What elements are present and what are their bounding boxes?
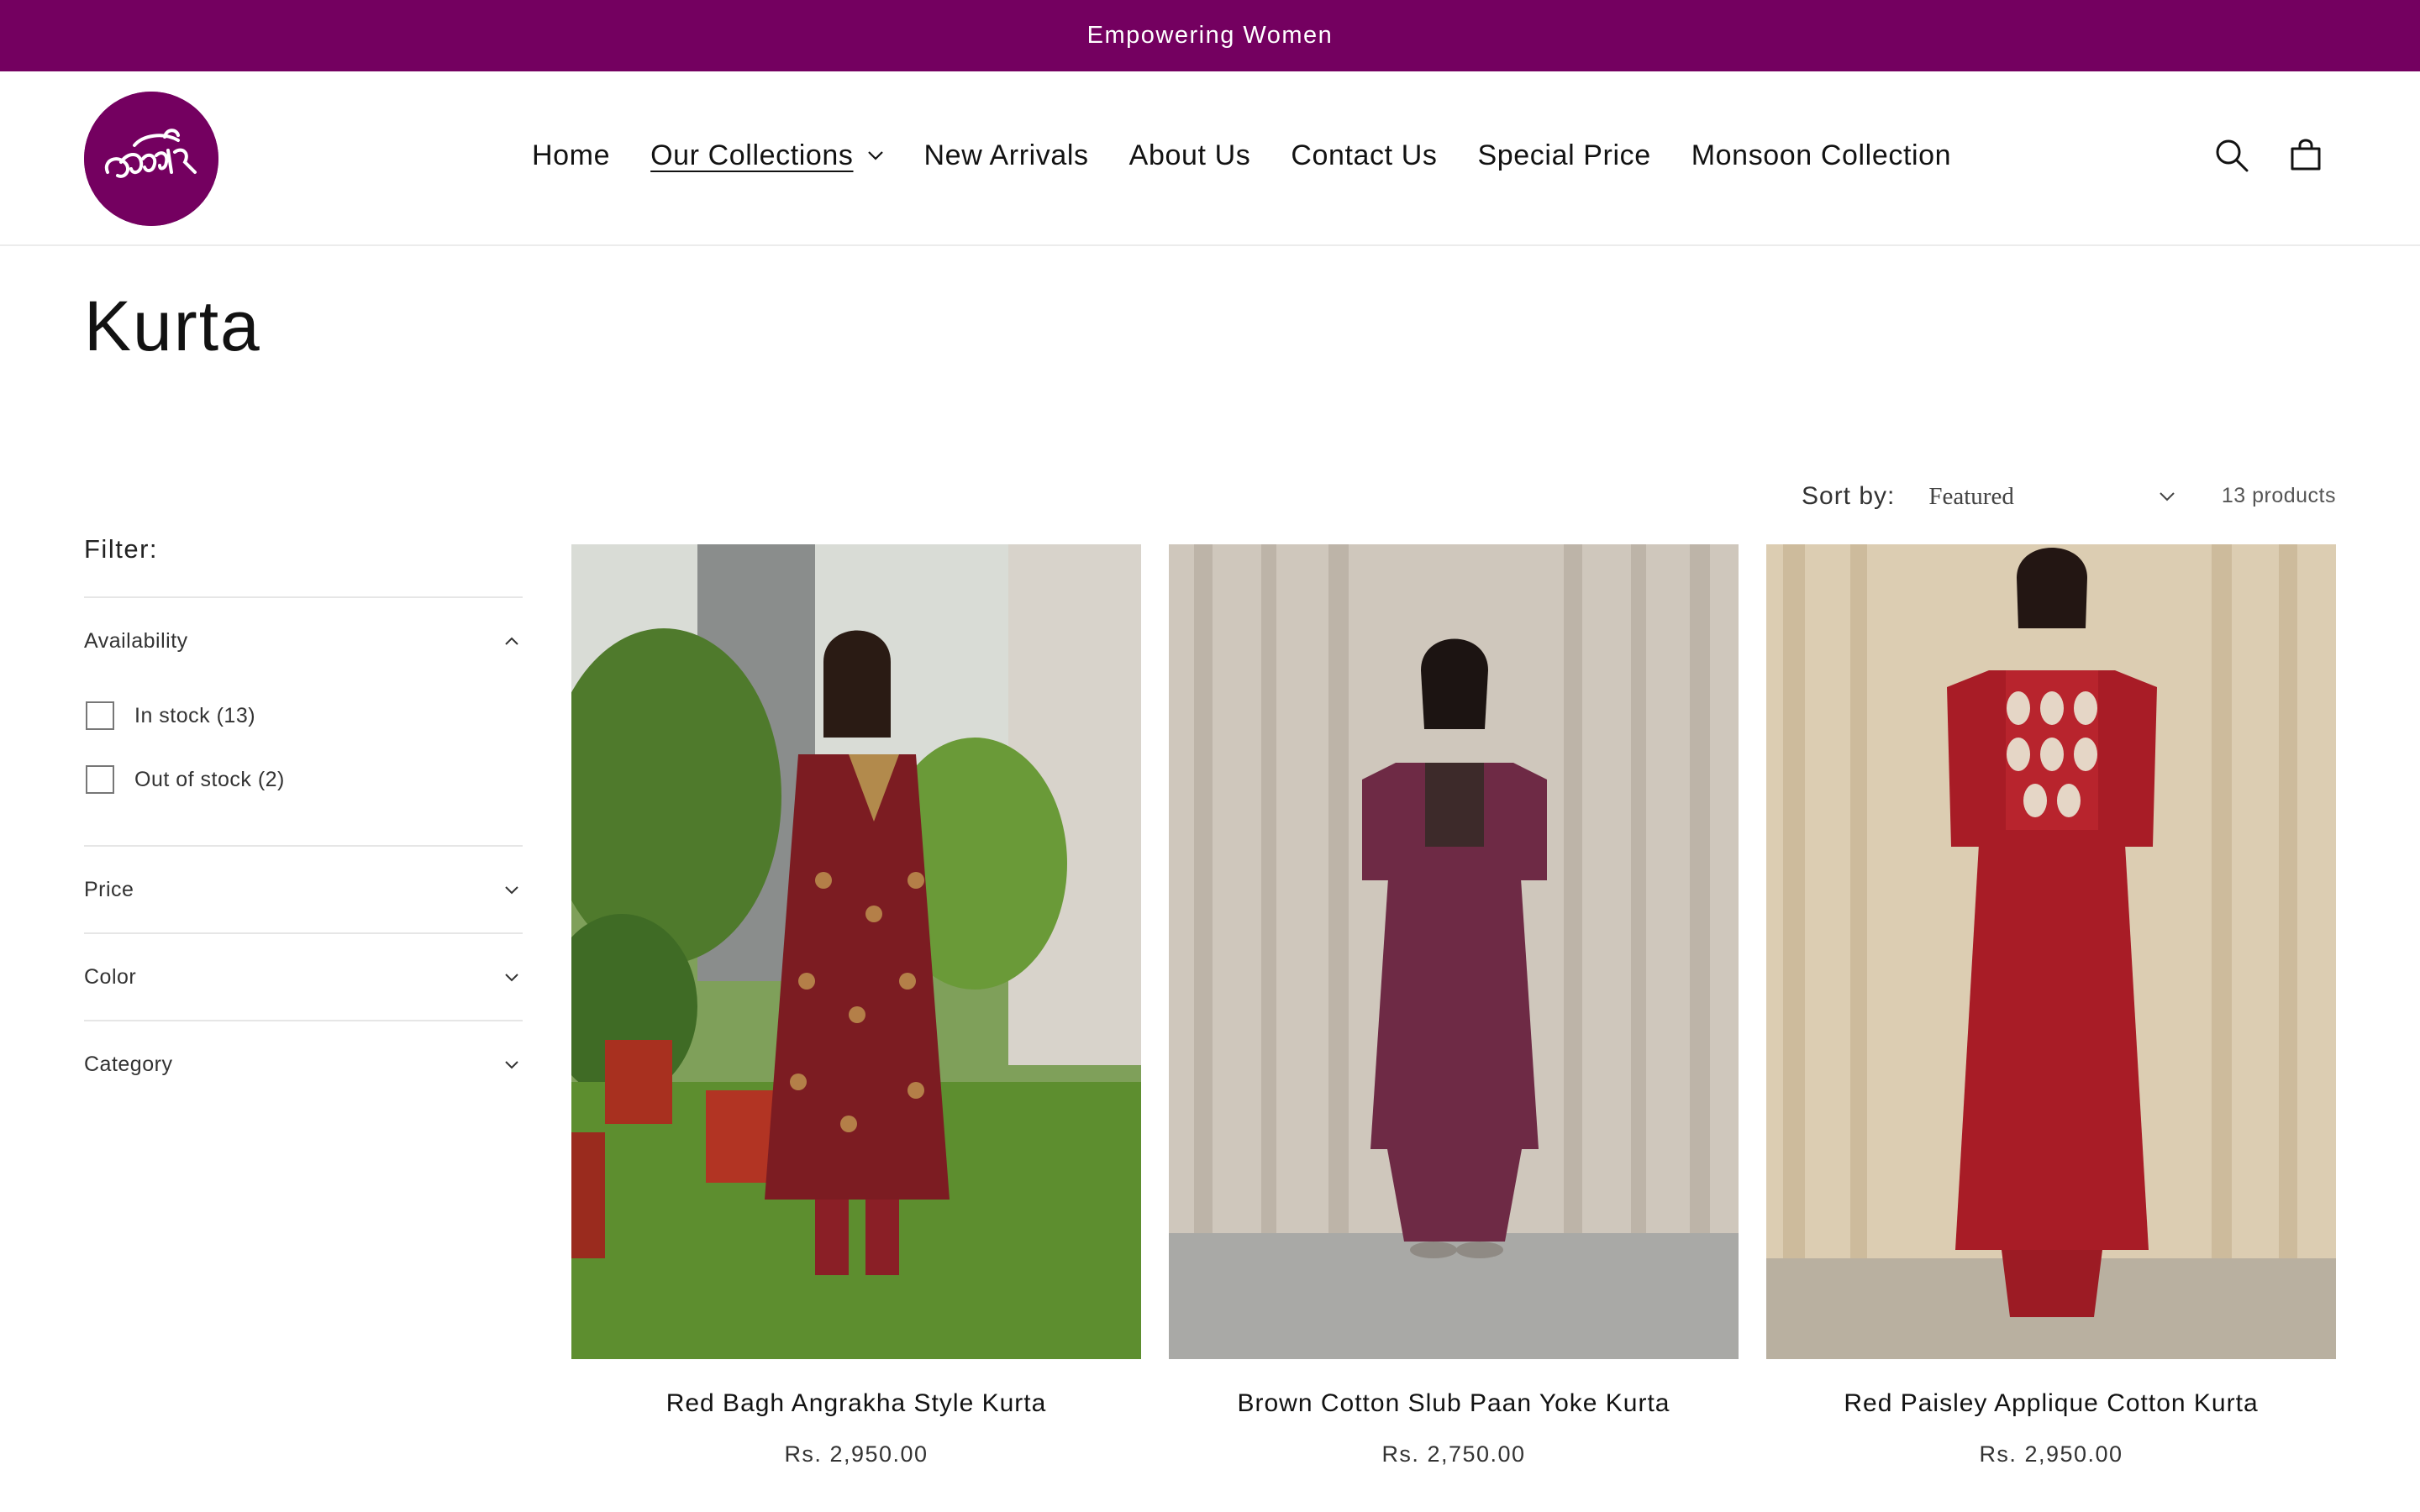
filter-in-stock[interactable]: In stock (13) bbox=[84, 684, 523, 748]
nav-our-collections-label: Our Collections bbox=[650, 139, 854, 171]
filter-sidebar: Filter: Availability In stock (13) Out o… bbox=[84, 534, 523, 1107]
nav-about-us-label: About Us bbox=[1128, 139, 1251, 171]
nav-special-price-label: Special Price bbox=[1477, 139, 1651, 171]
facet-price: Price bbox=[84, 845, 523, 932]
announcement-bar: Empowering Women bbox=[0, 0, 2420, 71]
facet-category: Category bbox=[84, 1020, 523, 1107]
facet-price-label: Price bbox=[84, 877, 134, 901]
product-photo bbox=[1766, 544, 2336, 1359]
out-of-stock-checkbox[interactable] bbox=[86, 765, 114, 794]
sort-selected-value: Featured bbox=[1928, 482, 2014, 510]
nav-home[interactable]: Home bbox=[532, 139, 610, 172]
logo-wordmark-icon bbox=[84, 92, 218, 226]
facet-availability-label: Availability bbox=[84, 628, 188, 653]
facet-color-toggle[interactable]: Color bbox=[84, 934, 523, 1020]
filter-out-of-stock[interactable]: Out of stock (2) bbox=[84, 748, 523, 811]
chevron-down-icon bbox=[505, 1060, 518, 1068]
product-image[interactable] bbox=[1169, 544, 1739, 1359]
product-price: Rs. 2,950.00 bbox=[784, 1441, 929, 1467]
product-count: 13 products bbox=[2221, 484, 2336, 507]
main-nav: Home Our Collections New Arrivals About … bbox=[532, 71, 1991, 239]
product-image[interactable] bbox=[571, 544, 1141, 1359]
facet-category-toggle[interactable]: Category bbox=[84, 1021, 523, 1107]
out-of-stock-label: Out of stock (2) bbox=[134, 767, 285, 791]
nav-home-label: Home bbox=[532, 139, 611, 171]
product-name[interactable]: Red Paisley Applique Cotton Kurta bbox=[1766, 1389, 2336, 1418]
site-header: Home Our Collections New Arrivals About … bbox=[0, 71, 2420, 246]
chevron-down-icon bbox=[867, 151, 883, 160]
nav-monsoon-collection-label: Monsoon Collection bbox=[1691, 139, 1952, 171]
facet-availability-toggle[interactable]: Availability bbox=[84, 598, 523, 684]
facet-category-label: Category bbox=[84, 1052, 173, 1076]
product-card[interactable]: Brown Cotton Slub Paan Yoke Kurta Rs. 2,… bbox=[1169, 544, 1739, 1467]
announcement-text: Empowering Women bbox=[1086, 22, 1334, 49]
facet-availability: Availability In stock (13) Out of stock … bbox=[84, 596, 523, 845]
nav-new-arrivals[interactable]: New Arrivals bbox=[924, 139, 1089, 172]
product-photo bbox=[571, 544, 1141, 1359]
chevron-down-icon bbox=[505, 973, 518, 981]
nav-our-collections[interactable]: Our Collections bbox=[650, 139, 883, 172]
page-title: Kurta bbox=[84, 286, 261, 365]
nav-special-price[interactable]: Special Price bbox=[1478, 139, 1651, 172]
nav-contact-us-label: Contact Us bbox=[1291, 139, 1438, 171]
product-price: Rs. 2,950.00 bbox=[1979, 1441, 2123, 1467]
nav-monsoon-collection[interactable]: Monsoon Collection bbox=[1691, 139, 1951, 172]
chevron-up-icon bbox=[505, 637, 518, 645]
sort-bar: Sort by: Featured bbox=[1802, 475, 2181, 517]
nav-new-arrivals-label: New Arrivals bbox=[923, 139, 1089, 171]
facet-price-toggle[interactable]: Price bbox=[84, 847, 523, 932]
nav-contact-us[interactable]: Contact Us bbox=[1291, 139, 1437, 172]
search-icon[interactable] bbox=[2212, 135, 2252, 176]
product-photo bbox=[1169, 544, 1739, 1359]
brand-logo[interactable] bbox=[84, 92, 218, 226]
product-name[interactable]: Brown Cotton Slub Paan Yoke Kurta bbox=[1169, 1389, 1739, 1418]
filter-heading: Filter: bbox=[84, 534, 158, 564]
facet-color-label: Color bbox=[84, 964, 137, 989]
product-image[interactable] bbox=[1766, 544, 2336, 1359]
product-name[interactable]: Red Bagh Angrakha Style Kurta bbox=[571, 1389, 1141, 1418]
cart-icon[interactable] bbox=[2286, 135, 2326, 176]
chevron-down-icon bbox=[505, 885, 518, 894]
sort-label: Sort by: bbox=[1802, 482, 1896, 510]
in-stock-label: In stock (13) bbox=[134, 703, 256, 727]
facet-color: Color bbox=[84, 932, 523, 1020]
product-card[interactable]: Red Bagh Angrakha Style Kurta Rs. 2,950.… bbox=[571, 544, 1141, 1467]
chevron-down-icon bbox=[2160, 492, 2175, 501]
facet-availability-options: In stock (13) Out of stock (2) bbox=[84, 684, 523, 845]
in-stock-checkbox[interactable] bbox=[86, 701, 114, 730]
product-price: Rs. 2,750.00 bbox=[1381, 1441, 1526, 1467]
sort-select[interactable]: Featured bbox=[1928, 475, 2181, 517]
nav-about-us[interactable]: About Us bbox=[1129, 139, 1251, 172]
product-card[interactable]: Red Paisley Applique Cotton Kurta Rs. 2,… bbox=[1766, 544, 2336, 1467]
